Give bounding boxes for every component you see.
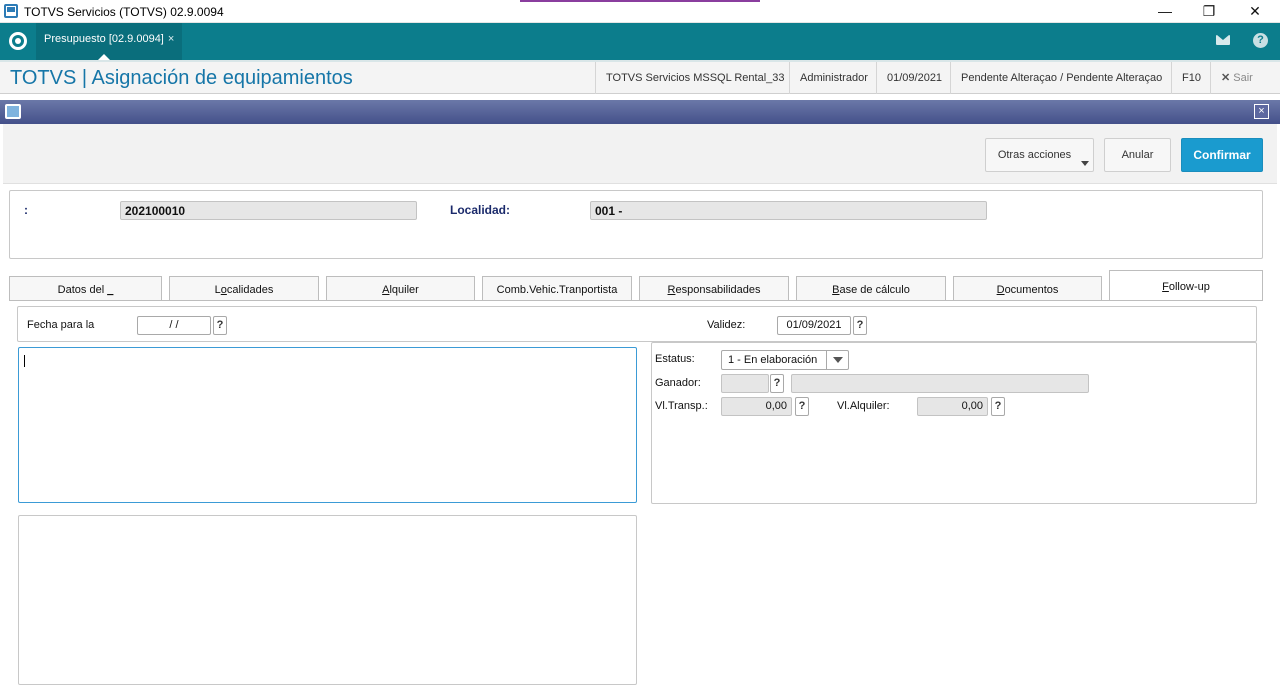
window-title: TOTVS Servicios (TOTVS) 02.9.0094 (24, 5, 224, 19)
tab-underline (9, 300, 1263, 301)
status-label: Pendente Alteraçao / Pendente Alteraçao (950, 62, 1172, 94)
tab-follow-up-label-rest: ollow-up (1168, 281, 1210, 293)
tab-responsabilidades[interactable]: Responsabilidades (639, 276, 789, 300)
tab-presupuesto-label: Presupuesto [02.9.0094] (44, 33, 164, 45)
totvs-logo-icon[interactable] (9, 32, 27, 50)
code-label: : (24, 203, 28, 217)
validity-lookup-button[interactable]: ? (853, 316, 867, 335)
rent-lookup-button[interactable]: ? (991, 397, 1005, 416)
rent-label: Vl.Alquiler: (837, 400, 890, 412)
locality-field[interactable]: 001 - (590, 201, 987, 220)
confirm-button[interactable]: Confirmar (1181, 138, 1263, 172)
rent-value-input[interactable]: 0,00 (917, 397, 988, 416)
dialog-close-button[interactable]: × (1254, 104, 1269, 119)
exit-button[interactable]: ✕ Sair (1210, 62, 1263, 94)
shortcut-label: F10 (1171, 62, 1211, 94)
exit-label: Sair (1233, 72, 1253, 84)
tab-localidades[interactable]: Localidades (169, 276, 319, 300)
tab-comb-vehic-label: Comb.Vehic.Tranportista (496, 284, 618, 296)
dialog-titlebar: × (0, 100, 1280, 124)
date-row-panel: Fecha para la / / ? Validez: 01/09/2021 … (17, 306, 1257, 342)
winner-name-input (791, 374, 1089, 393)
validity-label: Validez: (707, 319, 746, 331)
tab-base-calculo-accesskey: B (832, 284, 840, 296)
date-label: 01/09/2021 (876, 62, 952, 94)
tab-datos[interactable]: Datos del _ (9, 276, 162, 300)
tab-comb-vehic[interactable]: Comb.Vehic.Tranportista (482, 276, 632, 300)
tab-alquiler-label-rest: lquiler (389, 284, 419, 296)
validity-input[interactable]: 01/09/2021 (777, 316, 851, 335)
status-select[interactable]: 1 - En elaboración (721, 350, 849, 370)
window-icon (5, 104, 21, 119)
code-field[interactable]: 202100010 (120, 201, 417, 220)
tab-documentos-label-rest: ocumentos (1004, 284, 1059, 296)
page-title: TOTVS | Asignación de equipamientos (10, 67, 353, 89)
cancel-button[interactable]: Anular (1104, 138, 1171, 172)
transp-lookup-button[interactable]: ? (795, 397, 809, 416)
exit-icon: ✕ (1221, 72, 1231, 84)
close-window-button[interactable]: ✕ (1232, 0, 1278, 22)
app-icon (4, 4, 18, 18)
status-panel: Estatus: 1 - En elaboración Ganador: ? V… (651, 342, 1257, 504)
help-icon[interactable]: ? (1253, 33, 1268, 48)
tab-base-calculo-label-rest: ase de cálculo (839, 284, 910, 296)
chevron-down-icon (1081, 161, 1089, 166)
tab-datos-label: Datos del (57, 284, 108, 296)
status-select-value: 1 - En elaboración (728, 354, 818, 366)
tab-documentos-accesskey: D (996, 284, 1005, 296)
history-memo[interactable] (18, 515, 637, 685)
minimize-button[interactable]: — (1142, 0, 1188, 22)
header-panel: : 202100010 Localidad: 001 - (9, 190, 1263, 259)
tab-alquiler[interactable]: Alquiler (326, 276, 475, 300)
tab-documentos[interactable]: Documentos (953, 276, 1102, 300)
tab-follow-up[interactable]: Follow-up (1109, 270, 1263, 300)
module-header: TOTVS | Asignación de equipamientos TOTV… (0, 60, 1280, 94)
locality-label: Localidad: (450, 203, 511, 217)
date-lookup-button[interactable]: ? (213, 316, 227, 335)
tab-datos-accesskey: _ (107, 284, 114, 296)
date-input[interactable]: / / (137, 316, 211, 335)
titlebar-accent (520, 0, 760, 2)
date-label: Fecha para la (27, 319, 95, 331)
observation-memo[interactable] (18, 347, 637, 503)
status-field-label: Estatus: (655, 353, 695, 365)
window-titlebar: TOTVS Servicios (TOTVS) 02.9.0094 — ❐ ✕ (0, 0, 1280, 23)
transp-value-input[interactable]: 0,00 (721, 397, 792, 416)
environment-label: TOTVS Servicios MSSQL Rental_33 (595, 62, 795, 94)
action-toolbar: Otras acciones Anular Confirmar (3, 124, 1277, 184)
tab-follow-up-accesskey: F (1162, 281, 1169, 293)
text-cursor (24, 355, 25, 367)
tab-localidades-label-rest: calidades (226, 284, 274, 296)
tab-presupuesto[interactable]: Presupuesto [02.9.0094] × (36, 23, 183, 60)
mail-icon[interactable] (1216, 35, 1230, 45)
winner-lookup-button[interactable]: ? (770, 374, 784, 393)
other-actions-button[interactable]: Otras acciones (985, 138, 1094, 172)
tab-base-calculo[interactable]: Base de cálculo (796, 276, 946, 300)
restore-button[interactable]: ❐ (1186, 0, 1232, 22)
tab-close-icon[interactable]: × (168, 33, 174, 45)
transp-label: Vl.Transp.: (655, 400, 708, 412)
winner-label: Ganador: (655, 377, 701, 389)
other-actions-label: Otras acciones (997, 149, 1072, 161)
winner-code-input[interactable] (721, 374, 769, 393)
user-label: Administrador (789, 62, 878, 94)
tab-responsabilidades-label-rest: esponsabilidades (675, 284, 761, 296)
app-tabbar: Presupuesto [02.9.0094] × ? (0, 23, 1280, 60)
chevron-down-icon (826, 351, 848, 369)
